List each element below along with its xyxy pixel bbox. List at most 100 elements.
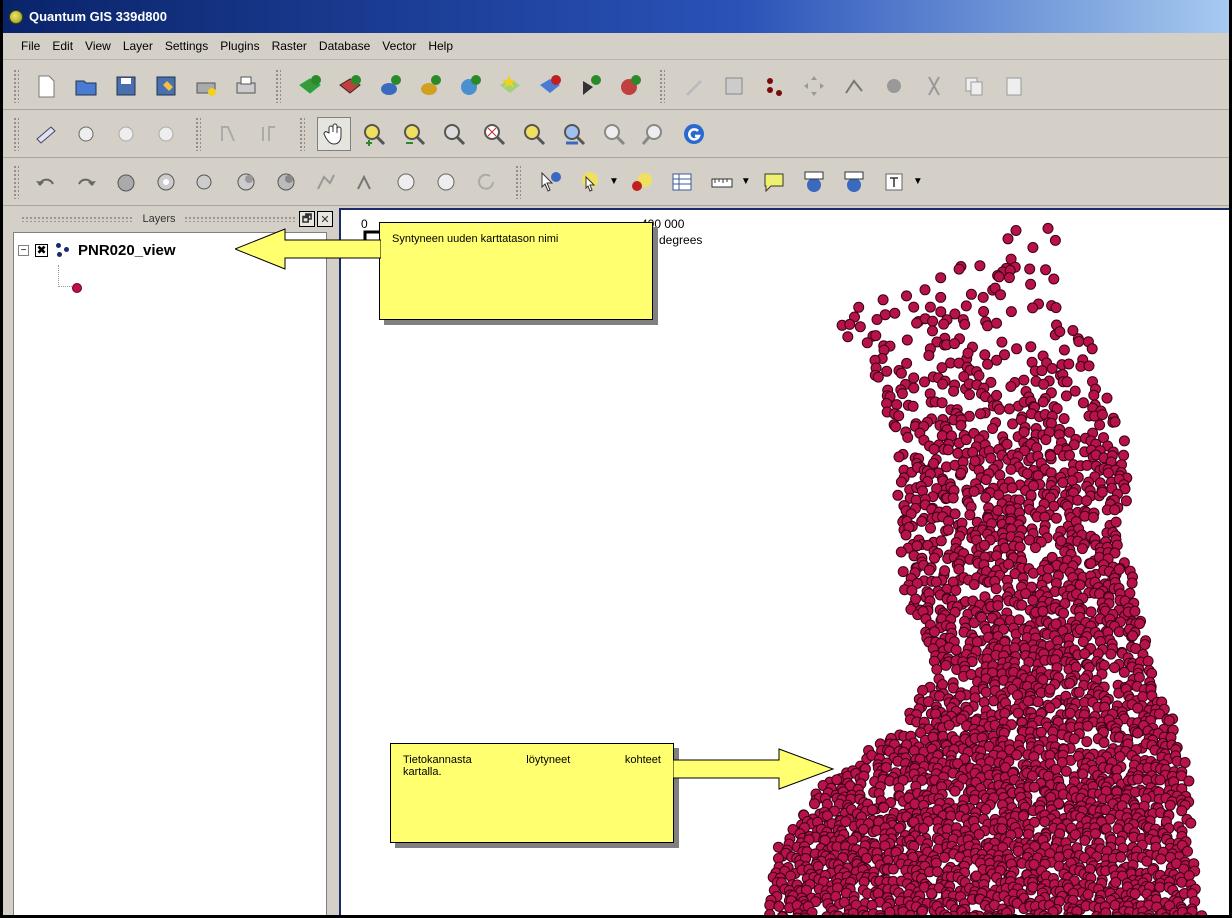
map-point	[1028, 480, 1039, 492]
add-part-icon[interactable]	[189, 165, 223, 199]
add-feature-icon[interactable]	[757, 69, 791, 103]
map-tips-icon[interactable]	[757, 165, 791, 199]
menu-view[interactable]: View	[79, 39, 117, 53]
menu-layer[interactable]: Layer	[117, 39, 159, 53]
label-tool-icon[interactable]	[29, 117, 63, 151]
add-layer-icon[interactable]	[573, 69, 607, 103]
map-point	[1027, 881, 1039, 893]
save-edits-icon[interactable]	[717, 69, 751, 103]
save-as-icon[interactable]	[149, 69, 183, 103]
map-point	[991, 389, 1003, 401]
new-project-icon[interactable]	[29, 69, 63, 103]
menu-vector[interactable]: Vector	[376, 39, 422, 53]
select-features-icon[interactable]	[573, 165, 607, 199]
copy-features-icon[interactable]	[957, 69, 991, 103]
split-features-icon[interactable]	[389, 165, 423, 199]
merge-features-icon[interactable]	[429, 165, 463, 199]
zoom-to-layer-icon[interactable]	[557, 117, 591, 151]
map-point	[955, 419, 967, 431]
features-callout: Tietokannasta löytyneet kohteet kartalla…	[390, 743, 674, 843]
map-point	[844, 318, 856, 330]
map-point	[1003, 272, 1015, 284]
remove-layer-icon[interactable]	[533, 69, 567, 103]
print-icon[interactable]	[229, 69, 263, 103]
select-dropdown-icon[interactable]: ▼	[609, 176, 619, 187]
show-bookmarks-icon[interactable]	[837, 165, 871, 199]
layer-visibility-checkbox[interactable]: ✖	[35, 243, 48, 257]
map-point	[1118, 666, 1130, 678]
deselect-features-icon[interactable]	[625, 165, 659, 199]
paste-features-icon[interactable]	[997, 69, 1031, 103]
add-wfs-layer-icon[interactable]	[613, 69, 647, 103]
map-point	[1003, 403, 1015, 415]
add-spatialite-layer-icon[interactable]	[413, 69, 447, 103]
menu-help[interactable]: Help	[422, 39, 459, 53]
reshape-features-icon[interactable]	[309, 165, 343, 199]
add-raster-layer-icon[interactable]	[333, 69, 367, 103]
menu-database[interactable]: Database	[313, 39, 376, 53]
menu-plugins[interactable]: Plugins	[214, 39, 265, 53]
save-project-icon[interactable]	[109, 69, 143, 103]
toolbar-grip[interactable]	[13, 68, 19, 103]
map-point	[947, 492, 959, 504]
pin-labels-icon[interactable]	[69, 117, 103, 151]
node-tool-icon[interactable]	[837, 69, 871, 103]
menu-settings[interactable]: Settings	[159, 39, 214, 53]
zoom-next-icon[interactable]	[637, 117, 671, 151]
menu-raster[interactable]: Raster	[266, 39, 313, 53]
simplify-feature-icon[interactable]	[109, 165, 143, 199]
new-bookmark-icon[interactable]	[797, 165, 831, 199]
add-ring-icon[interactable]	[149, 165, 183, 199]
menu-edit[interactable]: Edit	[46, 39, 79, 53]
zoom-in-icon[interactable]	[357, 117, 391, 151]
menu-file[interactable]: File	[15, 39, 46, 53]
rotate-label-icon[interactable]	[149, 117, 183, 151]
zoom-actual-size-icon[interactable]	[437, 117, 471, 151]
zoom-to-selection-icon[interactable]	[517, 117, 551, 151]
refresh-icon[interactable]	[677, 117, 711, 151]
toggle-editing-icon[interactable]	[677, 69, 711, 103]
map-point	[866, 804, 878, 816]
annotation-dropdown-icon[interactable]: ▼	[913, 176, 923, 187]
add-postgis-layer-icon[interactable]	[373, 69, 407, 103]
new-print-composer-icon[interactable]	[189, 69, 223, 103]
text-annotation-icon[interactable]	[877, 165, 911, 199]
zoom-full-icon[interactable]	[477, 117, 511, 151]
offset-curve-icon[interactable]	[349, 165, 383, 199]
cut-features-icon[interactable]	[917, 69, 951, 103]
delete-part-icon[interactable]	[269, 165, 303, 199]
float-panel-button[interactable]: 🗗	[299, 211, 315, 227]
map-point	[1005, 914, 1012, 915]
map-point	[1040, 434, 1052, 446]
measure-dropdown-icon[interactable]: ▼	[741, 176, 751, 187]
add-wms-layer-icon[interactable]	[453, 69, 487, 103]
zoom-out-icon[interactable]	[397, 117, 431, 151]
map-point	[949, 338, 960, 350]
map-point	[1177, 906, 1188, 915]
open-attribute-table-icon[interactable]	[665, 165, 699, 199]
redo-icon[interactable]	[69, 165, 103, 199]
collapse-icon[interactable]: −	[18, 244, 29, 256]
zoom-last-icon[interactable]	[597, 117, 631, 151]
map-point	[890, 421, 902, 433]
map-point	[895, 367, 907, 379]
delete-ring-icon[interactable]	[229, 165, 263, 199]
add-vector-layer-icon[interactable]	[293, 69, 327, 103]
open-project-icon[interactable]	[69, 69, 103, 103]
rotate-point-symbols-icon[interactable]	[469, 165, 503, 199]
measure-line-icon[interactable]	[705, 165, 739, 199]
undo-icon[interactable]	[29, 165, 63, 199]
change-label-icon[interactable]	[213, 117, 247, 151]
move-label-icon[interactable]	[109, 117, 143, 151]
delete-selected-icon[interactable]	[877, 69, 911, 103]
toolbar-grip[interactable]	[13, 164, 19, 199]
close-panel-button[interactable]: ✕	[317, 211, 333, 227]
show-hide-labels-icon[interactable]	[253, 117, 287, 151]
move-feature-icon[interactable]	[797, 69, 831, 103]
map-point	[984, 912, 994, 915]
identify-features-icon[interactable]	[533, 165, 567, 199]
pan-map-icon[interactable]	[317, 116, 351, 151]
map-point	[1054, 326, 1066, 338]
new-shapefile-icon[interactable]	[493, 69, 527, 103]
toolbar-grip[interactable]	[13, 116, 19, 151]
